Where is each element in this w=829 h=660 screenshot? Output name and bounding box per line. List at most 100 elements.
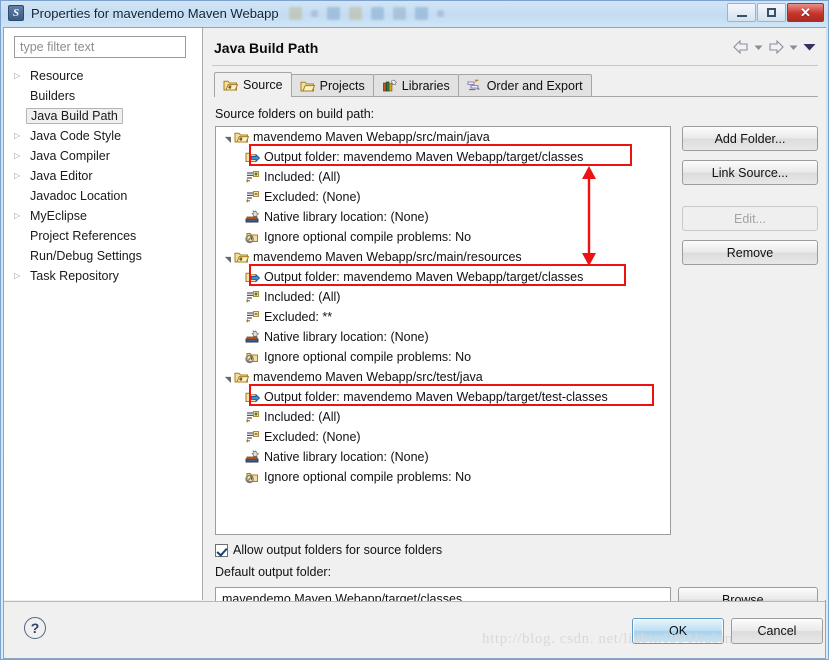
ghost-icon [326, 6, 340, 20]
tree-row[interactable]: Output folder: mavendemo Maven Webapp/ta… [216, 147, 670, 167]
sidebar-item-label: MyEclipse [30, 209, 87, 223]
ghost-icon [392, 6, 406, 20]
forward-arrow-icon[interactable] [768, 40, 784, 54]
included-icon-wrap [244, 290, 261, 304]
allow-output-folders-checkbox[interactable] [215, 543, 228, 557]
minimize-button[interactable] [727, 3, 756, 22]
source-actions: Add Folder... Link Source... Edit... Remove [682, 126, 818, 274]
ghost-icon [288, 6, 302, 20]
excluded-icon [245, 190, 260, 204]
tree-row-label: Output folder: mavendemo Maven Webapp/ta… [264, 270, 584, 284]
tree-row[interactable]: ◢ mavendemo Maven Webapp/src/main/java [216, 127, 670, 147]
tree-row[interactable]: Native library location: (None) [216, 207, 670, 227]
sidebar-item-java-code-style[interactable]: ▷ Java Code Style [4, 126, 202, 146]
tree-row[interactable]: Excluded: (None) [216, 427, 670, 447]
sidebar-item-java-compiler[interactable]: ▷ Java Compiler [4, 146, 202, 166]
tree-row-label: mavendemo Maven Webapp/src/test/java [253, 370, 483, 384]
tree-row[interactable]: Excluded: ** [216, 307, 670, 327]
tab-libraries[interactable]: Libraries [372, 74, 459, 97]
filter-input[interactable] [14, 36, 186, 58]
tree-row-label: Ignore optional compile problems: No [264, 350, 472, 364]
tree-row[interactable]: Output folder: mavendemo Maven Webapp/ta… [216, 387, 670, 407]
collapse-arrow-icon[interactable]: ◢ [223, 252, 232, 262]
link-source-button[interactable]: Link Source... [682, 160, 818, 185]
tree-row[interactable]: Ignore optional compile problems: No [216, 227, 670, 247]
menu-chevron-icon[interactable] [803, 43, 816, 51]
ignore-problems-icon [245, 350, 260, 364]
close-button[interactable]: ✕ [787, 3, 824, 22]
sidebar-item-resource[interactable]: ▷ Resource [4, 66, 202, 86]
tree-row[interactable]: ◢ mavendemo Maven Webapp/src/main/resourc… [216, 247, 670, 267]
properties-dialog-window: S Properties for mavendemo Maven Webapp … [0, 0, 829, 660]
native-library-icon-wrap [244, 210, 261, 224]
tree-row-label: Output folder: mavendemo Maven Webapp/ta… [264, 390, 608, 404]
add-folder-button[interactable]: Add Folder... [682, 126, 818, 151]
tab-label: Projects [319, 79, 365, 93]
maximize-button[interactable] [757, 3, 786, 22]
ignore-problems-icon-wrap [244, 350, 261, 364]
allow-output-folders-row[interactable]: Allow output folders for source folders [215, 543, 442, 557]
sidebar-item-javadoc-location[interactable]: Javadoc Location [4, 186, 202, 206]
included-icon [245, 170, 260, 184]
expand-arrow-icon[interactable]: ▷ [14, 272, 27, 280]
tree-row-label: Native library location: (None) [264, 210, 429, 224]
tree-row[interactable]: Native library location: (None) [216, 327, 670, 347]
tree-row[interactable]: Included: (All) [216, 407, 670, 427]
tree-row[interactable]: Output folder: mavendemo Maven Webapp/ta… [216, 267, 670, 287]
native-library-icon [245, 210, 260, 224]
project-folder-icon [300, 79, 315, 93]
tree-row-label: Ignore optional compile problems: No [264, 230, 472, 244]
native-library-icon [245, 330, 260, 344]
expand-arrow-icon[interactable]: ▷ [14, 132, 27, 140]
tree-row-label: Excluded: (None) [264, 430, 361, 444]
tree-row[interactable]: ◢ mavendemo Maven Webapp/src/test/java [216, 367, 670, 387]
tree-row-label: Native library location: (None) [264, 330, 429, 344]
tree-row-label: Included: (All) [264, 290, 341, 304]
sidebar-item-run-debug-settings[interactable]: Run/Debug Settings [4, 246, 202, 266]
source-folders-label: Source folders on build path: [215, 107, 375, 121]
chevron-down-icon[interactable] [754, 44, 763, 51]
source-folders-tree[interactable]: ◢ mavendemo Maven Webapp/src/main/java Out… [215, 126, 671, 535]
tree-row-label: Excluded: (None) [264, 190, 361, 204]
tree-row[interactable]: Included: (All) [216, 287, 670, 307]
expand-arrow-icon[interactable]: ▷ [14, 72, 27, 80]
collapse-arrow-icon[interactable]: ◢ [223, 372, 232, 382]
sidebar-item-task-repository[interactable]: ▷ Task Repository [4, 266, 202, 286]
expand-arrow-icon[interactable]: ▷ [14, 152, 27, 160]
tree-row[interactable]: Included: (All) [216, 167, 670, 187]
tab-projects[interactable]: Projects [290, 74, 374, 97]
collapse-arrow-icon[interactable]: ◢ [223, 132, 232, 142]
help-icon[interactable]: ? [24, 617, 46, 639]
title-bar: S Properties for mavendemo Maven Webapp … [1, 1, 828, 25]
tree-row[interactable]: Native library location: (None) [216, 447, 670, 467]
tree-row[interactable]: Excluded: (None) [216, 187, 670, 207]
native-library-icon [245, 450, 260, 464]
sidebar-item-myeclipse[interactable]: ▷ MyEclipse [4, 206, 202, 226]
sidebar-item-project-references[interactable]: Project References [4, 226, 202, 246]
tab-source[interactable]: Source [214, 72, 292, 97]
chevron-down-icon[interactable] [789, 44, 798, 51]
tree-row[interactable]: Ignore optional compile problems: No [216, 467, 670, 487]
expand-arrow-icon[interactable]: ▷ [14, 172, 27, 180]
expand-arrow-icon[interactable]: ▷ [14, 212, 27, 220]
default-output-folder-label: Default output folder: [215, 565, 332, 579]
sidebar-item-label: Javadoc Location [30, 189, 128, 203]
sidebar-item-label: Resource [30, 69, 84, 83]
sidebar-item-java-editor[interactable]: ▷ Java Editor [4, 166, 202, 186]
settings-sidebar: ▷ResourceBuildersJava Build Path▷Java Co… [4, 28, 203, 600]
sidebar-item-label: Java Editor [30, 169, 93, 183]
sidebar-item-builders[interactable]: Builders [4, 86, 202, 106]
output-folder-icon [245, 150, 261, 164]
excluded-icon [245, 310, 260, 324]
dialog-body: ▷ResourceBuildersJava Build Path▷Java Co… [3, 27, 826, 659]
tree-row[interactable]: Ignore optional compile problems: No [216, 347, 670, 367]
output-folder-icon-wrap [244, 390, 261, 404]
cancel-button[interactable]: Cancel [731, 618, 823, 644]
ghost-icon [310, 9, 318, 17]
tab-order-and-export[interactable]: Order and Export [457, 74, 592, 97]
source-folder-icon [234, 250, 250, 264]
sidebar-item-java-build-path[interactable]: Java Build Path [4, 106, 202, 126]
tree-row-label: Ignore optional compile problems: No [264, 470, 472, 484]
remove-button[interactable]: Remove [682, 240, 818, 265]
back-arrow-icon[interactable] [733, 40, 749, 54]
